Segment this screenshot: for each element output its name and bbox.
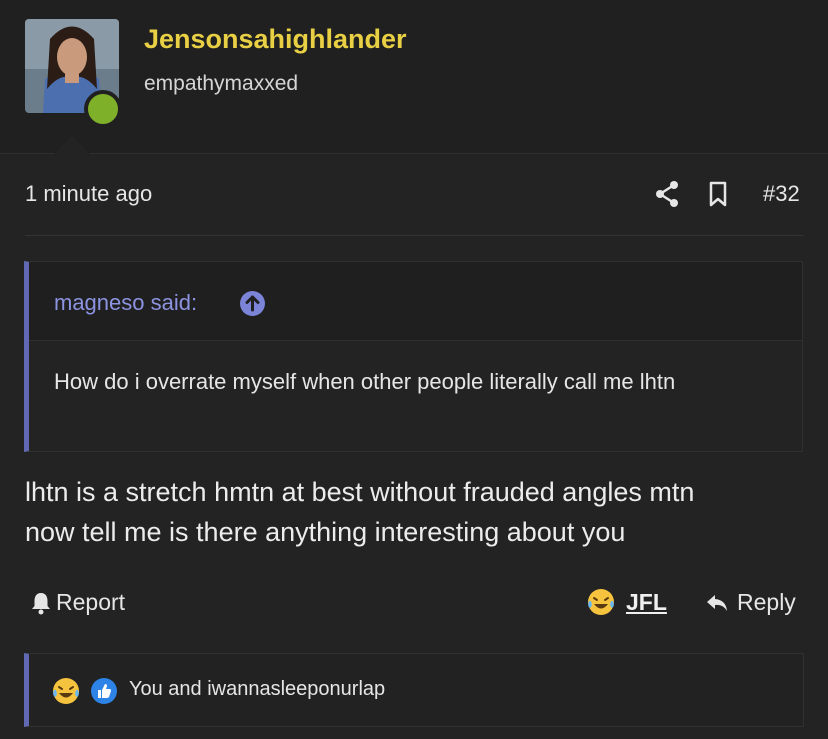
jump-to-quote-icon[interactable] (240, 291, 265, 316)
reactions-summary-bar[interactable]: You and iwannasleeponurlap (24, 653, 804, 727)
header-divider (0, 153, 828, 154)
report-button[interactable]: Report (30, 589, 125, 616)
report-label: Report (56, 589, 126, 615)
quote-header: magneso said: (29, 262, 802, 341)
header-pointer (53, 136, 91, 155)
post-author-header (0, 0, 828, 154)
reactions-summary-text[interactable]: You and iwannasleeponurlap (129, 678, 385, 701)
thumbs-up-icon (91, 678, 117, 704)
bell-icon (32, 592, 50, 614)
post-content-line: now tell me is there anything interestin… (25, 517, 626, 547)
reply-button[interactable]: Reply (705, 589, 796, 616)
share-icon[interactable] (655, 180, 679, 213)
reaction-button[interactable]: JFL (586, 587, 667, 617)
laughing-crying-emoji-icon (53, 678, 79, 704)
post-number-link[interactable]: #32 (763, 181, 800, 207)
username-link[interactable]: Jensonsahighlander (144, 24, 407, 55)
user-title: empathymaxxed (144, 72, 299, 95)
post-content-line: lhtn is a stretch hmtn at best without f… (25, 477, 695, 507)
reply-arrow-icon (707, 594, 727, 611)
laughing-crying-emoji-icon (588, 589, 614, 615)
quote-block: magneso said: How do i overrate myself w… (24, 261, 803, 452)
meta-divider (25, 235, 804, 236)
reaction-label: JFL (626, 588, 667, 615)
online-status-indicator (84, 90, 122, 128)
post-content: lhtn is a stretch hmtn at best without f… (25, 472, 805, 552)
reply-label: Reply (737, 589, 796, 615)
quote-text: How do i overrate myself when other peop… (54, 369, 676, 394)
bookmark-icon[interactable] (708, 180, 728, 213)
post-timestamp[interactable]: 1 minute ago (25, 181, 152, 207)
quote-author-link[interactable]: magneso said: (54, 290, 197, 316)
